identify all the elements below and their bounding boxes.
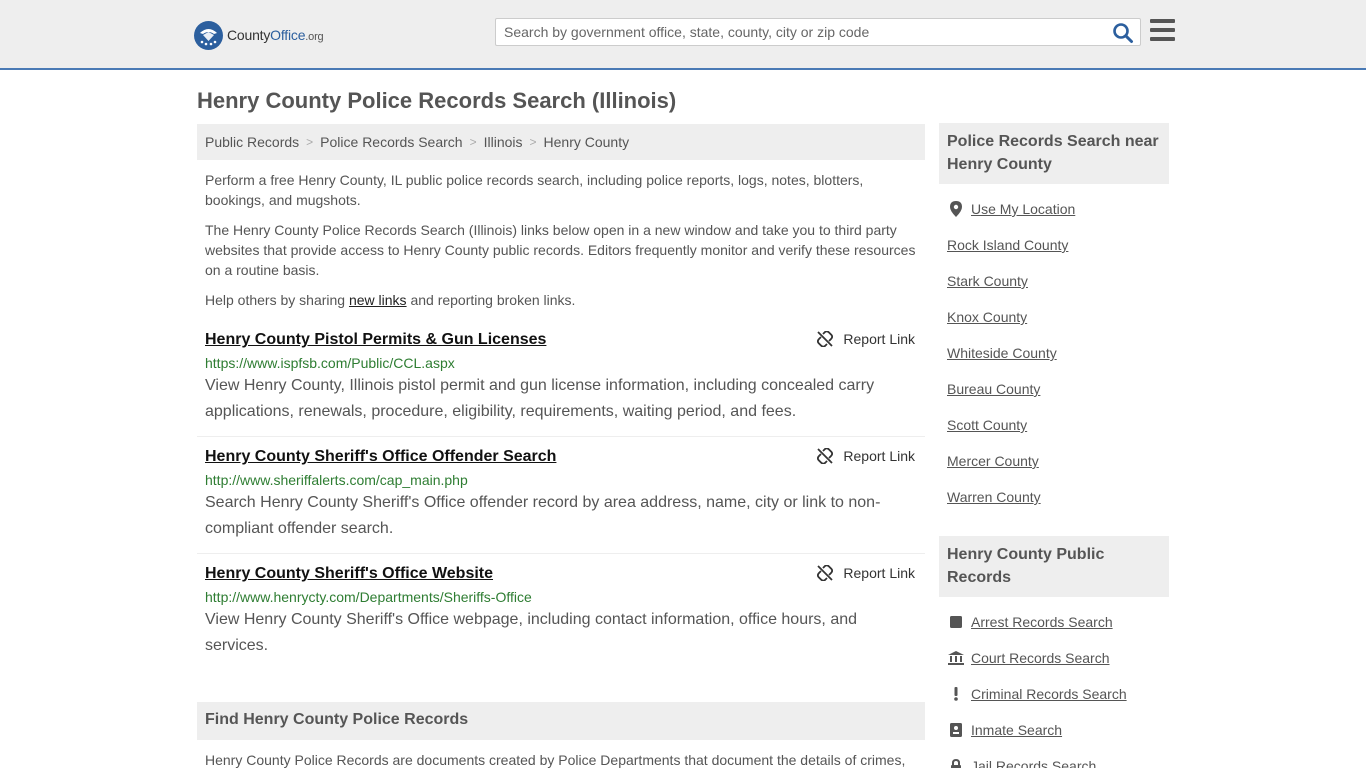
court-records-label: Court Records Search (971, 650, 1110, 666)
arrest-records-label: Arrest Records Search (971, 614, 1113, 630)
exclamation-icon (947, 686, 965, 702)
result-url: http://www.sheriffalerts.com/cap_main.ph… (205, 472, 468, 488)
top-header: CountyOffice.org (0, 0, 1366, 70)
result-description: Search Henry County Sheriff's Office off… (205, 494, 881, 537)
page-title: Henry County Police Records Search (Illi… (197, 88, 677, 113)
result-item: Henry County Pistol Permits & Gun Licens… (197, 331, 925, 431)
divider (197, 436, 925, 437)
nearby-county-link[interactable]: Knox County (947, 309, 1027, 325)
breadcrumb-separator: > (469, 135, 477, 149)
arrest-records-link[interactable]: Arrest Records Search (947, 614, 1113, 630)
intro-paragraph-3: Help others by sharing new links and rep… (205, 290, 920, 310)
nearby-county-link[interactable]: Bureau County (947, 381, 1040, 397)
map-marker-icon (947, 201, 965, 217)
report-link-label: Report Link (843, 331, 915, 347)
new-links-link[interactable]: new links (349, 292, 407, 308)
square-icon (947, 614, 965, 630)
broken-link-icon (817, 331, 834, 347)
result-url: https://www.ispfsb.com/Public/CCL.aspx (205, 355, 455, 371)
nearby-county-link[interactable]: Warren County (947, 489, 1041, 505)
use-my-location-link[interactable]: Use My Location (947, 201, 1075, 217)
logo-text: CountyOffice.org (227, 27, 324, 43)
nearby-county-link[interactable]: Scott County (947, 417, 1027, 433)
nearby-county-link[interactable]: Mercer County (947, 453, 1039, 469)
lock-icon (947, 758, 965, 768)
logo-link[interactable]: CountyOffice.org (194, 20, 324, 50)
result-title-link[interactable]: Henry County Sheriff's Office Offender S… (205, 448, 556, 466)
public-records-heading: Henry County Public Records (939, 536, 1169, 597)
divider (197, 553, 925, 554)
breadcrumb-public-records[interactable]: Public Records (205, 134, 299, 150)
logo-county: County (227, 27, 271, 43)
breadcrumb-separator: > (529, 135, 537, 149)
result-title-link[interactable]: Henry County Pistol Permits & Gun Licens… (205, 331, 546, 349)
breadcrumb-police-records[interactable]: Police Records Search (320, 134, 462, 150)
breadcrumb-henry-county[interactable]: Henry County (544, 134, 630, 150)
result-url: http://www.henrycty.com/Departments/Sher… (205, 589, 532, 605)
intro-paragraph-2: The Henry County Police Records Search (… (205, 222, 916, 278)
result-item: Henry County Sheriff's Office Website Re… (197, 565, 925, 665)
broken-link-icon (817, 448, 834, 464)
report-link-label: Report Link (843, 565, 915, 581)
breadcrumb: Public Records > Police Records Search >… (197, 124, 925, 160)
id-badge-icon (947, 722, 965, 738)
logo-office: Office (270, 27, 306, 43)
logo-org: .org (305, 31, 324, 43)
result-item: Henry County Sheriff's Office Offender S… (197, 448, 925, 548)
criminal-records-link[interactable]: Criminal Records Search (947, 686, 1127, 702)
logo-icon (194, 20, 223, 50)
report-link-button[interactable]: Report Link (817, 331, 915, 347)
breadcrumb-separator: > (306, 135, 314, 149)
intro-text-after: and reporting broken links. (406, 292, 576, 308)
find-records-text: Henry County Police Records are document… (205, 752, 906, 768)
use-my-location-label: Use My Location (971, 201, 1076, 217)
nearby-county-link[interactable]: Stark County (947, 273, 1028, 289)
nearby-county-link[interactable]: Rock Island County (947, 237, 1068, 253)
search-icon[interactable] (1112, 22, 1134, 44)
report-link-label: Report Link (843, 448, 915, 464)
result-title-link[interactable]: Henry County Sheriff's Office Website (205, 565, 493, 583)
jail-records-label: Jail Records Search (971, 758, 1097, 768)
criminal-records-label: Criminal Records Search (971, 686, 1127, 702)
result-description: View Henry County Sheriff's Office webpa… (205, 611, 858, 654)
report-link-button[interactable]: Report Link (817, 448, 915, 464)
search-input[interactable] (496, 19, 1106, 45)
inmate-search-label: Inmate Search (971, 722, 1063, 738)
nearby-heading: Police Records Search near Henry County (939, 123, 1169, 184)
result-description: View Henry County, Illinois pistol permi… (205, 377, 875, 420)
court-records-link[interactable]: Court Records Search (947, 650, 1110, 666)
breadcrumb-illinois[interactable]: Illinois (484, 134, 523, 150)
report-link-button[interactable]: Report Link (817, 565, 915, 581)
courthouse-icon (947, 650, 965, 666)
jail-records-link[interactable]: Jail Records Search (947, 758, 1096, 768)
find-records-heading: Find Henry County Police Records (197, 702, 925, 740)
intro-text-before: Help others by sharing (205, 292, 349, 308)
inmate-search-link[interactable]: Inmate Search (947, 722, 1062, 738)
intro-paragraph-1: Perform a free Henry County, IL public p… (205, 172, 864, 208)
nearby-county-link[interactable]: Whiteside County (947, 345, 1057, 361)
hamburger-menu-icon[interactable] (1150, 19, 1175, 43)
search-bar (495, 18, 1141, 46)
broken-link-icon (817, 565, 834, 581)
